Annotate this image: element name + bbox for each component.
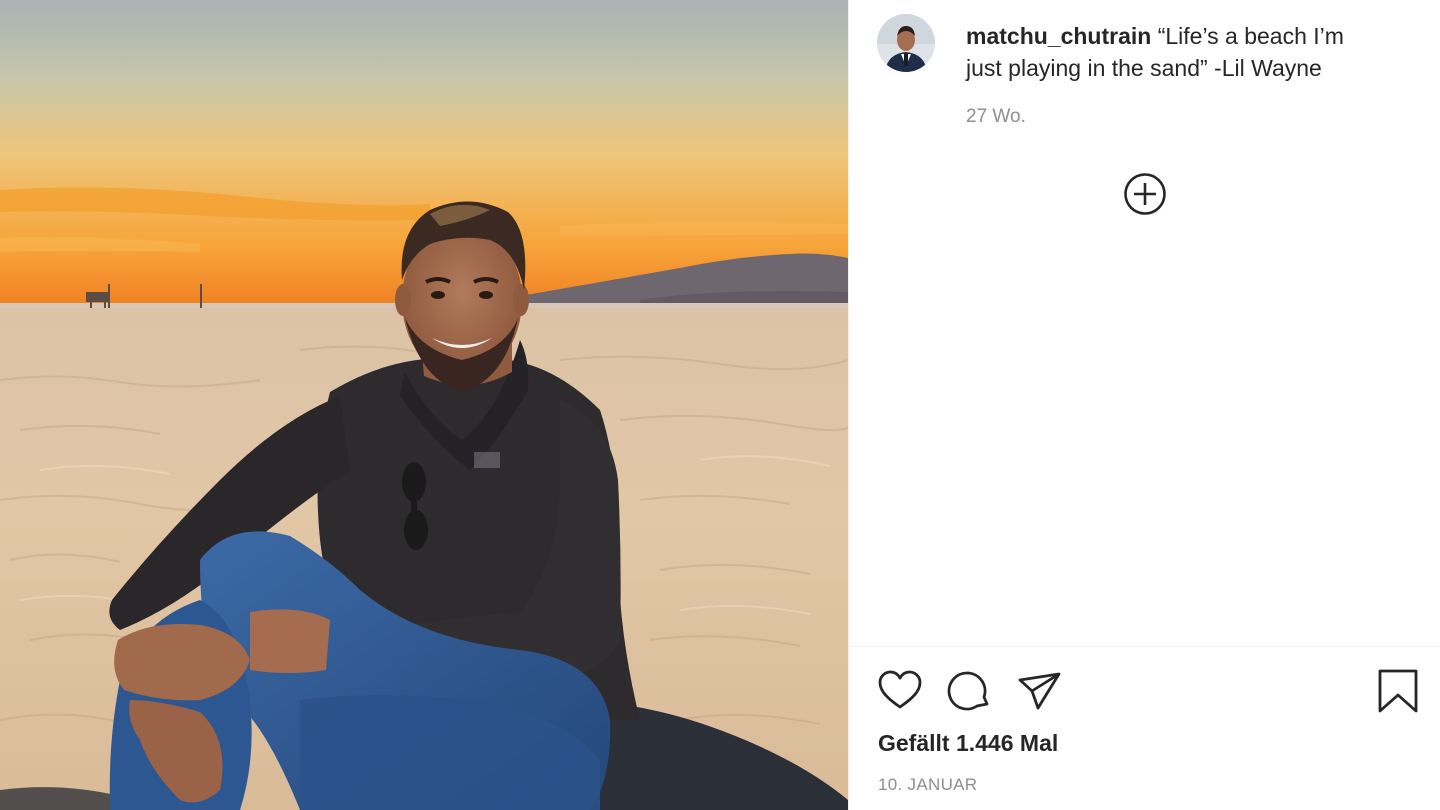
bookmark-icon bbox=[1378, 669, 1418, 713]
post-photo[interactable] bbox=[0, 0, 848, 810]
heart-icon bbox=[878, 670, 922, 709]
plus-circle-icon bbox=[1124, 173, 1166, 215]
actions-divider bbox=[849, 646, 1440, 647]
likes-count[interactable]: Gefällt 1.446 Mal bbox=[878, 730, 1058, 757]
share-button[interactable] bbox=[1017, 668, 1063, 714]
beach-sunset-photo bbox=[0, 0, 848, 810]
caption: matchu_chutrain “Life’s a beach I’m just… bbox=[966, 14, 1386, 84]
comment-button[interactable] bbox=[947, 668, 993, 714]
instagram-post: matchu_chutrain “Life’s a beach I’m just… bbox=[0, 0, 1440, 810]
post-time[interactable]: 27 Wo. bbox=[966, 106, 1026, 128]
save-button[interactable] bbox=[1375, 668, 1421, 714]
avatar-image bbox=[877, 14, 935, 72]
avatar[interactable] bbox=[877, 14, 935, 72]
like-button[interactable] bbox=[877, 668, 923, 714]
paper-plane-icon bbox=[1018, 672, 1061, 710]
username-link[interactable]: matchu_chutrain bbox=[966, 23, 1151, 49]
comment-icon bbox=[947, 671, 989, 711]
post-date: 10. JANUAR bbox=[878, 775, 978, 794]
caption-row: matchu_chutrain “Life’s a beach I’m just… bbox=[877, 14, 1417, 84]
post-side-panel: matchu_chutrain “Life’s a beach I’m just… bbox=[848, 0, 1440, 810]
load-more-comments-button[interactable] bbox=[1123, 172, 1167, 216]
